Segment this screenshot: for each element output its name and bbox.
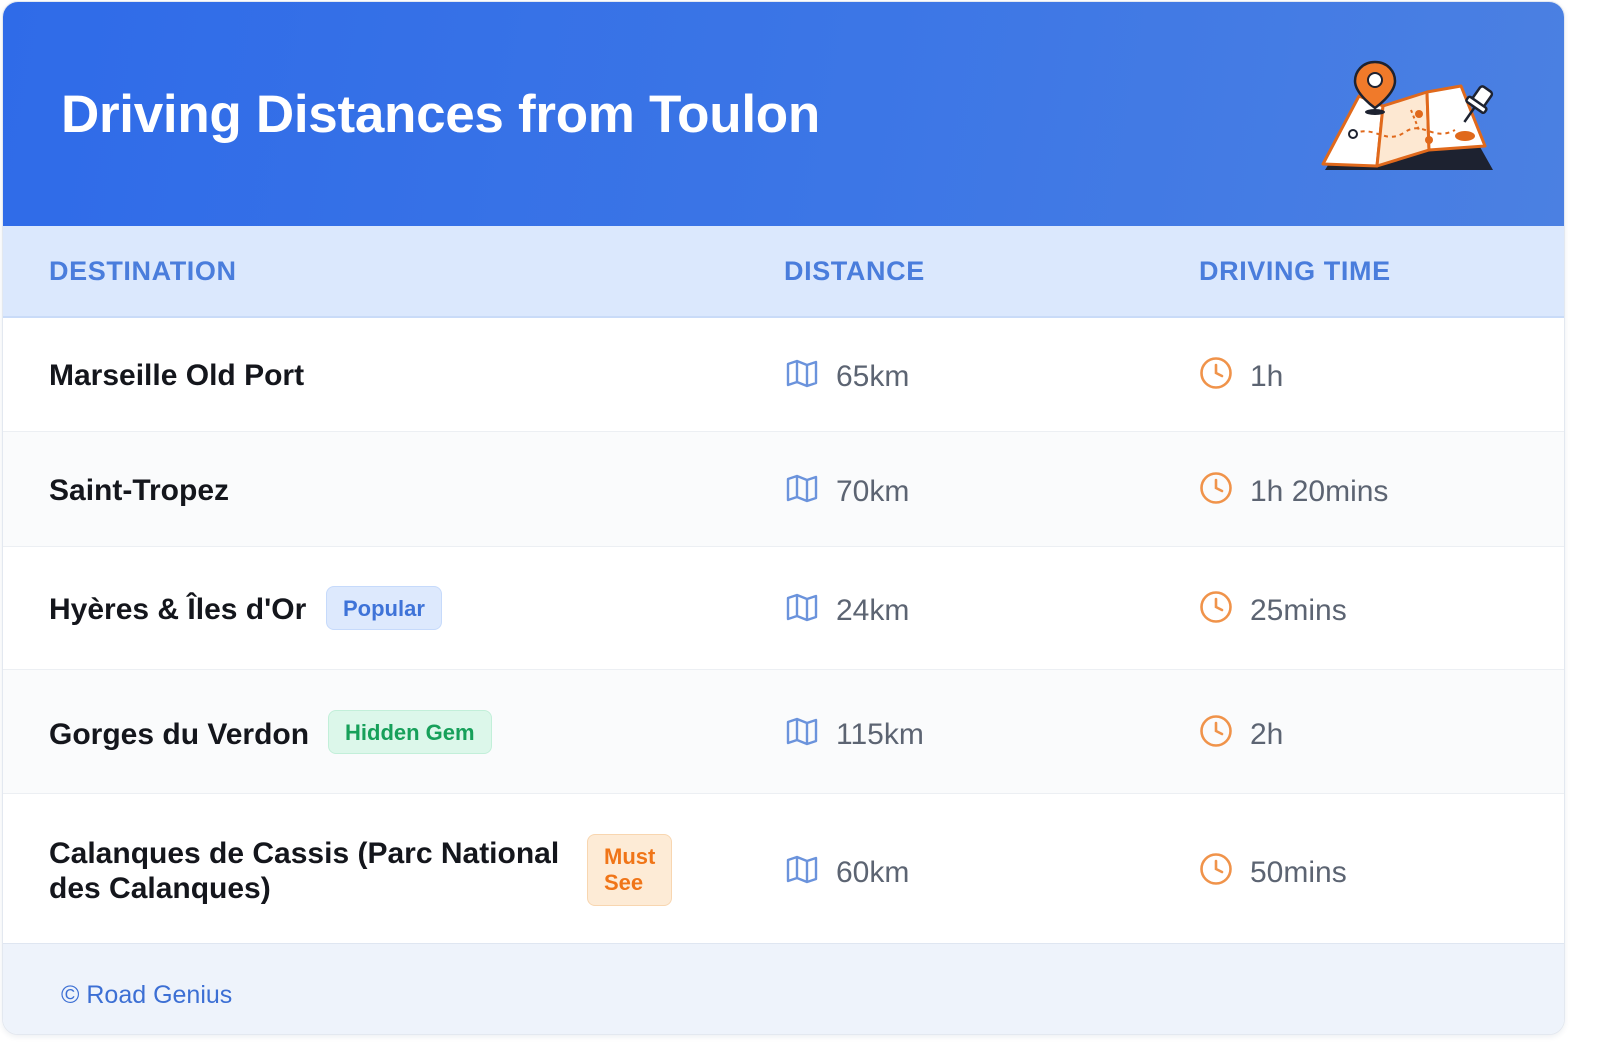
driving-time-value: 50mins: [1250, 856, 1347, 889]
table-row: Gorges du Verdon Hidden Gem 115km 2h: [3, 670, 1564, 794]
destination-name: Calanques de Cassis (Parc National des C…: [49, 836, 559, 906]
distance-value: 65km: [836, 360, 910, 393]
distances-card: Driving Distances from Toulon DESTINATIO…: [2, 1, 1565, 1035]
map-icon: [786, 593, 818, 622]
column-header-destination: DESTINATION: [49, 256, 237, 286]
folded-map-with-pins-icon: [1321, 60, 1494, 170]
clock-icon: [1200, 853, 1232, 885]
must-see-badge-line-1: Must: [604, 844, 656, 869]
column-header-distance: DISTANCE: [784, 256, 925, 286]
column-header-driving-time: DRIVING TIME: [1199, 256, 1391, 286]
clock-icon: [1200, 472, 1232, 504]
driving-time-value: 2h: [1250, 718, 1284, 751]
clock-icon: [1200, 591, 1232, 623]
distance-value: 70km: [836, 475, 910, 508]
clock-icon: [1200, 715, 1232, 747]
card-header: Driving Distances from Toulon: [3, 2, 1564, 226]
table-row: Hyères & Îles d'Or Popular 24km 25mins: [3, 547, 1564, 670]
destination-name-line-2: des Calanques): [49, 872, 271, 905]
driving-time-value: 25mins: [1250, 594, 1347, 627]
map-icon: [786, 717, 818, 746]
card-footer: © Road Genius: [3, 943, 1564, 1034]
distance-value: 115km: [836, 718, 924, 751]
map-icon: [786, 855, 818, 884]
destination-name: Hyères & Îles d'Or: [49, 593, 307, 626]
map-icon: [786, 474, 818, 503]
table-row: Saint-Tropez 70km 1h 20mins: [3, 432, 1564, 547]
footer-credit[interactable]: © Road Genius: [61, 981, 232, 1010]
table-header: DESTINATION DISTANCE DRIVING TIME: [3, 226, 1564, 318]
hidden-gem-badge: Hidden Gem: [328, 710, 492, 754]
destination-name: Marseille Old Port: [49, 359, 305, 392]
distance-value: 24km: [836, 594, 910, 627]
driving-time-value: 1h: [1250, 360, 1284, 393]
clock-icon: [1200, 357, 1232, 389]
map-icon: [786, 359, 818, 388]
destination-name-line-1: Calanques de Cassis (Parc National: [49, 837, 560, 870]
table-row: Calanques de Cassis (Parc National des C…: [3, 794, 1564, 943]
popular-badge: Popular: [326, 586, 442, 630]
page-title: Driving Distances from Toulon: [61, 85, 820, 144]
must-see-badge: Must See: [587, 834, 673, 906]
driving-time-value: 1h 20mins: [1250, 475, 1389, 508]
must-see-badge-line-2: See: [604, 870, 644, 895]
destination-name: Saint-Tropez: [49, 474, 230, 507]
distance-value: 60km: [836, 856, 910, 889]
destination-name: Gorges du Verdon: [49, 718, 310, 751]
table-row: Marseille Old Port 65km 1h: [3, 318, 1564, 432]
